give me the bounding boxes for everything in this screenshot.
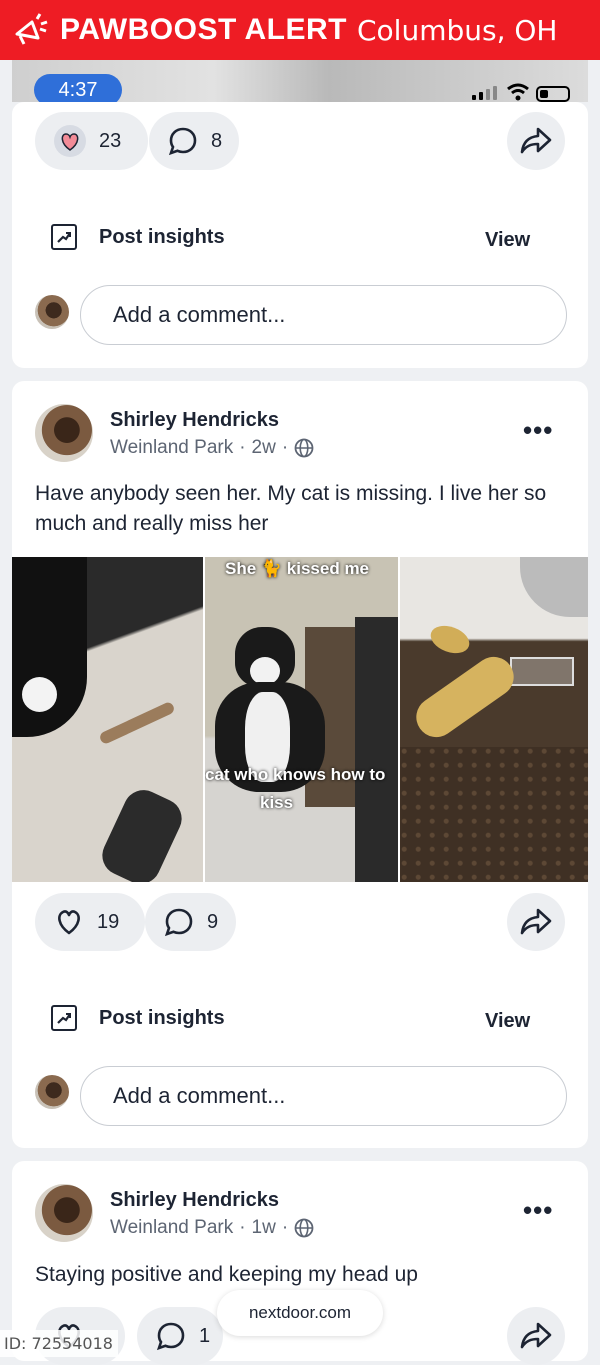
- comment-input[interactable]: Add a comment...: [80, 1066, 567, 1126]
- photo-caption: kiss: [260, 793, 294, 812]
- more-options-icon[interactable]: •••: [523, 1195, 553, 1226]
- post-card-previous: 23 8 Post insights View Add a comment...: [12, 102, 588, 368]
- comment-button[interactable]: 1: [137, 1307, 223, 1365]
- heart-icon: [58, 910, 80, 935]
- photo-caption: cat who knows how to: [205, 765, 386, 784]
- post-insights-label: Post insights: [99, 226, 225, 248]
- banner-location: Columbus, OH: [357, 13, 558, 47]
- author-avatar[interactable]: [35, 404, 93, 462]
- post-age: 2w: [251, 437, 276, 458]
- post-text: Have anybody seen her. My cat is missing…: [35, 482, 547, 535]
- comment-icon: [168, 127, 197, 156]
- view-insights-link[interactable]: View: [485, 1010, 530, 1033]
- comment-icon: [156, 1322, 185, 1351]
- comment-count: 8: [211, 129, 223, 152]
- insights-icon: [51, 224, 77, 250]
- neighborhood[interactable]: Weinland Park: [110, 437, 233, 459]
- comment-icon: [164, 908, 193, 937]
- share-button[interactable]: [507, 893, 565, 951]
- avatar: [35, 295, 69, 329]
- pawboost-banner: PAWBOOST ALERT Columbus, OH: [0, 0, 600, 60]
- share-icon: [520, 908, 552, 935]
- banner-title: PAWBOOST ALERT: [60, 13, 347, 46]
- share-icon: [520, 1322, 552, 1349]
- comment-count: 1: [199, 1324, 211, 1347]
- comment-input[interactable]: Add a comment...: [80, 285, 567, 345]
- post-photo-2[interactable]: She 🐈 kissed me cat who knows how to kis…: [205, 557, 398, 882]
- share-button[interactable]: [507, 1307, 565, 1365]
- avatar: [35, 1075, 69, 1109]
- post-meta: Weinland Park · 1w ·: [110, 1217, 314, 1239]
- author-name[interactable]: Shirley Hendricks: [110, 1189, 279, 1212]
- comment-count: 9: [207, 910, 219, 933]
- globe-icon: [294, 1218, 314, 1238]
- like-button[interactable]: 19: [35, 893, 145, 951]
- like-button[interactable]: 23: [35, 112, 148, 170]
- globe-icon: [294, 438, 314, 458]
- author-name[interactable]: Shirley Hendricks: [110, 409, 279, 432]
- battery-icon: [536, 86, 570, 102]
- like-count: 23: [99, 129, 122, 152]
- like-count: 19: [97, 910, 120, 933]
- wifi-icon: [507, 83, 529, 101]
- post-insights-label: Post insights: [99, 1007, 225, 1029]
- comment-button[interactable]: 9: [145, 893, 236, 951]
- post-age: 1w: [251, 1217, 276, 1238]
- post-photo-3[interactable]: [400, 557, 588, 882]
- post-meta: Weinland Park · 2w ·: [110, 437, 314, 459]
- neighborhood[interactable]: Weinland Park: [110, 1217, 233, 1239]
- view-insights-link[interactable]: View: [485, 229, 530, 252]
- nextdoor-source-label: nextdoor.com: [217, 1290, 383, 1336]
- share-button[interactable]: [507, 112, 565, 170]
- post-text: Staying positive and keeping my head up: [35, 1263, 418, 1286]
- insights-icon: [51, 1005, 77, 1031]
- signal-icon: [472, 86, 497, 100]
- share-icon: [520, 127, 552, 154]
- megaphone-icon: [15, 13, 48, 45]
- post-photo-1[interactable]: [12, 557, 203, 882]
- more-options-icon[interactable]: •••: [523, 415, 553, 446]
- photo-caption: She 🐈 kissed me: [225, 559, 370, 578]
- listing-id: ID: 72554018: [0, 1330, 118, 1357]
- heart-icon: [54, 125, 86, 157]
- comment-button[interactable]: 8: [149, 112, 239, 170]
- author-avatar[interactable]: [35, 1184, 93, 1242]
